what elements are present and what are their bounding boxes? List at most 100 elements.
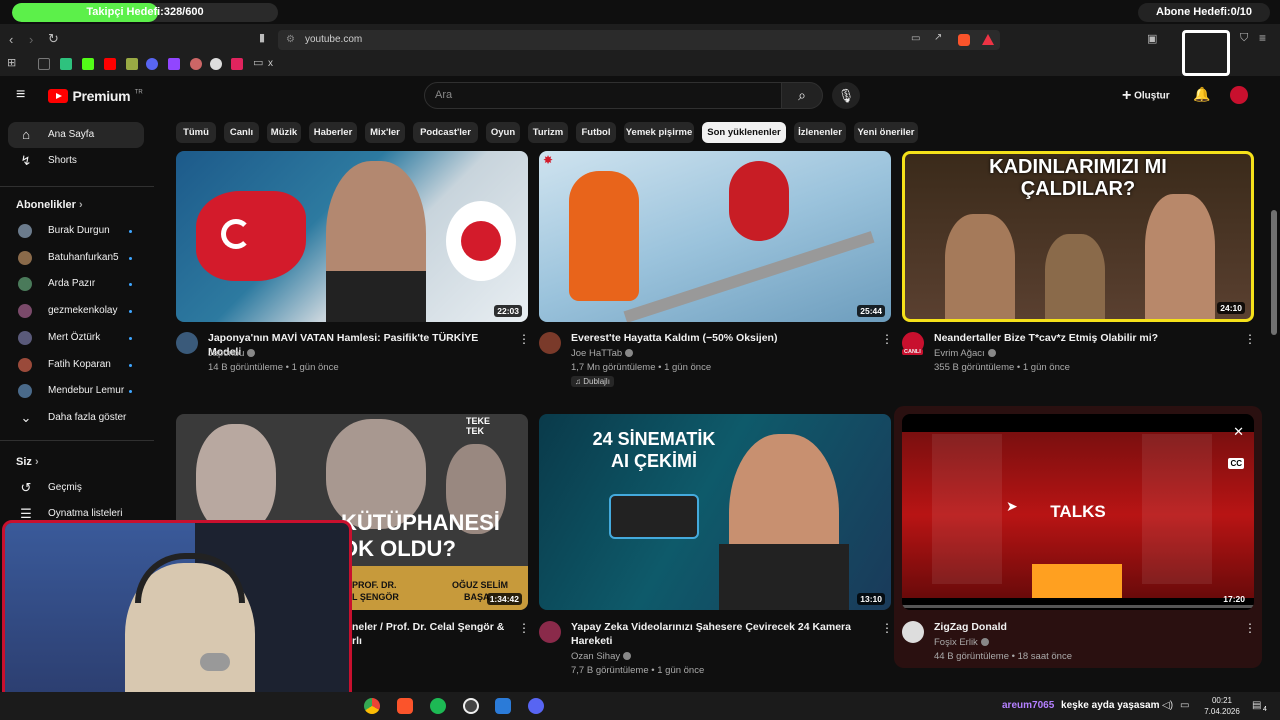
video-thumbnail[interactable]: KADINLARIMIZI MI ÇALDILAR? 24:10: [902, 151, 1254, 322]
brave-rewards-icon[interactable]: [982, 34, 994, 45]
video-title[interactable]: Neandertaller Bize T*cav*z Etmiş Olabili…: [934, 331, 1234, 345]
kick-bookmark-icon[interactable]: [82, 58, 94, 70]
video-title[interactable]: Yapay Zeka Videolarınızı Şahesere Çevire…: [571, 620, 871, 634]
video-thumbnail[interactable]: 22:03: [176, 151, 528, 322]
sidebar-toggle-icon[interactable]: ▣: [1147, 32, 1157, 45]
video-title-line2[interactable]: Hareketi: [571, 634, 612, 648]
video-thumbnail[interactable]: 24 SİNEMATİK AI ÇEKİMİ 13:10: [539, 414, 891, 610]
mute-icon[interactable]: ✕: [1233, 424, 1244, 440]
channel-avatar[interactable]: [539, 332, 561, 354]
chip-0[interactable]: Tümü: [176, 122, 216, 143]
clock[interactable]: 00:21 7.04.2026: [1200, 695, 1244, 717]
bookmark-2-icon[interactable]: [126, 58, 138, 70]
chip-3[interactable]: Haberler: [309, 122, 357, 143]
chip-6[interactable]: Oyun: [486, 122, 520, 143]
channel-name[interactable]: Japonbu: [208, 347, 256, 361]
channel-avatar[interactable]: [902, 621, 924, 643]
chip-2[interactable]: Müzik: [267, 122, 301, 143]
brave-shield-icon[interactable]: [958, 34, 970, 46]
video-title[interactable]: Everest'te Hayatta Kaldım (−50% Oksijen): [571, 331, 871, 345]
bookmark-3-icon[interactable]: [190, 58, 202, 70]
video-title[interactable]: neler / Prof. Dr. Celal Şengör &: [352, 620, 522, 634]
chip-8[interactable]: Futbol: [576, 122, 616, 143]
sidebar-item-history[interactable]: ↺ Geçmiş: [8, 475, 144, 501]
progress-track[interactable]: [902, 605, 1254, 608]
video-thumbnail[interactable]: ✸ 25:44: [539, 151, 891, 322]
search-input[interactable]: Ara: [424, 82, 782, 109]
more-options-icon[interactable]: ⋮: [1244, 332, 1256, 346]
bookmark-x-label[interactable]: x: [268, 58, 273, 69]
discord-bookmark-icon[interactable]: [146, 58, 158, 70]
site-info-icon[interactable]: ⚙: [286, 34, 295, 45]
more-options-icon[interactable]: ⋮: [518, 621, 530, 635]
network-icon[interactable]: ▭: [1180, 700, 1189, 711]
chip-7[interactable]: Turizm: [528, 122, 568, 143]
reload-icon[interactable]: ↻: [48, 31, 59, 47]
channel-name[interactable]: Ozan Sihay: [571, 650, 632, 664]
more-options-icon[interactable]: ⋮: [1244, 621, 1256, 635]
chrome-taskbar-icon[interactable]: [364, 698, 380, 714]
menu-icon[interactable]: ≡: [1259, 31, 1266, 45]
chip-1[interactable]: Canlı: [224, 122, 259, 143]
voice-search-button[interactable]: 🎙: [832, 82, 860, 109]
video-title-line2[interactable]: rlı: [352, 634, 362, 648]
account-avatar[interactable]: [1230, 86, 1248, 104]
sidebar-item-subscription[interactable]: Mendebur Lemur: [8, 378, 144, 404]
youtube-logo[interactable]: Premium TR: [48, 87, 143, 105]
apps-grid-icon[interactable]: ⊞: [7, 56, 16, 69]
bookmark-4-icon[interactable]: [210, 58, 222, 70]
sidebar-item-home[interactable]: ⌂ Ana Sayfa: [8, 122, 144, 148]
more-options-icon[interactable]: ⋮: [881, 332, 893, 346]
notification-center-icon[interactable]: ▤: [1252, 700, 1261, 711]
sidebar-item-subscription[interactable]: Mert Öztürk: [8, 325, 144, 351]
cast-icon[interactable]: ▭: [911, 33, 920, 44]
bookmark-1-icon[interactable]: [60, 58, 72, 70]
search-button[interactable]: ⌕: [781, 82, 823, 109]
channel-name[interactable]: Foşix Erlik: [934, 636, 989, 650]
show-more-button[interactable]: ⌄ Daha fazla göster: [8, 405, 144, 431]
youtube-bookmark-icon[interactable]: [104, 58, 116, 70]
channel-name[interactable]: Joe HaTTab: [571, 347, 634, 361]
spotify-taskbar-icon[interactable]: [430, 698, 446, 714]
chip-10[interactable]: Son yüklenenler: [702, 122, 786, 143]
bookmark-icon[interactable]: ▮: [259, 31, 265, 44]
channel-avatar[interactable]: [176, 332, 198, 354]
create-button[interactable]: + Oluştur: [1122, 87, 1170, 105]
sidebar-item-subscription[interactable]: Batuhanfurkan5: [8, 245, 144, 271]
obs-taskbar-icon[interactable]: [463, 698, 479, 714]
chip-5[interactable]: Podcast'ler: [413, 122, 478, 143]
sidebar-item-subscription[interactable]: gezmekenkolay: [8, 298, 144, 324]
captions-button[interactable]: CC: [1228, 458, 1244, 469]
video-preview[interactable]: TALKS ✕ CC 17:20: [902, 414, 1254, 610]
discord-taskbar-icon[interactable]: [528, 698, 544, 714]
video-title[interactable]: ZigZag Donald: [934, 620, 1234, 634]
subscriptions-heading[interactable]: Abonelikler ›: [16, 199, 83, 211]
more-options-icon[interactable]: ⋮: [881, 621, 893, 635]
chip-12[interactable]: Yeni öneriler: [854, 122, 918, 143]
sidebar-item-subscription[interactable]: Arda Pazır: [8, 271, 144, 297]
hamburger-menu-icon[interactable]: ≡: [16, 86, 25, 104]
sidebar-item-shorts[interactable]: ↯ Shorts: [8, 148, 144, 174]
speaker-icon[interactable]: ◁): [1162, 700, 1173, 711]
forward-icon[interactable]: ›: [29, 32, 33, 47]
share-icon[interactable]: ↗: [934, 32, 942, 43]
twitch-bookmark-icon[interactable]: [168, 58, 180, 70]
channel-name[interactable]: Evrim Ağacı: [934, 347, 996, 361]
x-bookmark-icon[interactable]: [38, 58, 50, 70]
page-scrollbar[interactable]: [1271, 210, 1277, 335]
file-taskbar-icon[interactable]: [495, 698, 511, 714]
sidebar-item-subscription[interactable]: Fatih Koparan: [8, 352, 144, 378]
bookmark-5-icon[interactable]: [231, 58, 243, 70]
address-bar[interactable]: ⚙ youtube.com: [278, 30, 1000, 50]
brave-taskbar-icon[interactable]: [397, 698, 413, 714]
back-icon[interactable]: ‹: [9, 32, 13, 47]
notifications-bell-icon[interactable]: 🔔: [1193, 86, 1210, 103]
vpn-icon[interactable]: ⛉: [1240, 32, 1248, 45]
channel-avatar[interactable]: [539, 621, 561, 643]
chip-11[interactable]: İzlenenler: [794, 122, 846, 143]
you-heading[interactable]: Siz ›: [16, 456, 39, 468]
sidebar-item-subscription[interactable]: Burak Durgun: [8, 218, 144, 244]
more-options-icon[interactable]: ⋮: [518, 332, 530, 346]
folder-icon[interactable]: ▭: [253, 56, 263, 69]
chip-4[interactable]: Mix'ler: [365, 122, 405, 143]
